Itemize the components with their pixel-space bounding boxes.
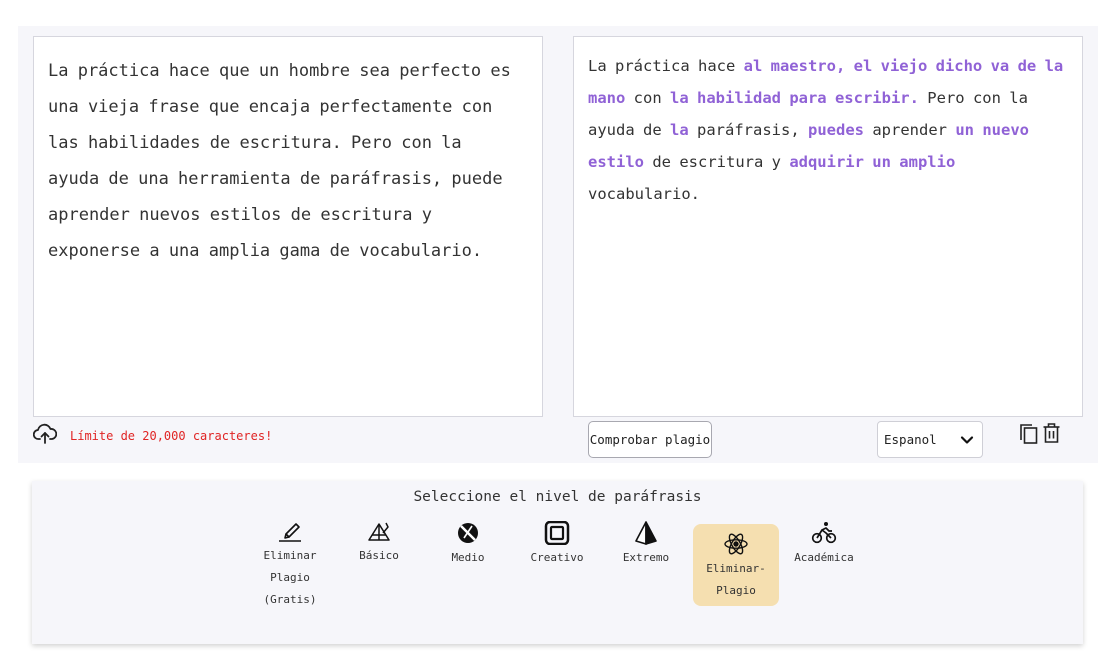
level-option-academic[interactable]: Académica xyxy=(781,521,867,569)
rewritten-phrase: puedes xyxy=(808,121,864,139)
squares-icon xyxy=(544,521,570,545)
level-label: Extremo xyxy=(622,551,670,564)
rewritten-phrase: la xyxy=(670,121,689,139)
unchanged-phrase: La práctica hace xyxy=(588,57,744,75)
language-selected-value: Espanol xyxy=(884,432,937,447)
rewritten-phrase: adquirir un amplio xyxy=(789,153,956,171)
level-option-remove-plagiarism[interactable]: Eliminar- Plagio xyxy=(693,524,779,606)
unchanged-phrase: con xyxy=(625,89,670,107)
level-label: Eliminar- Plagio xyxy=(706,562,766,597)
output-text: La práctica hace al maestro, el viejo di… xyxy=(588,50,1068,210)
trash-icon[interactable] xyxy=(1042,422,1061,444)
unchanged-phrase: paráfrasis, xyxy=(688,121,808,139)
level-panel-title: Seleccione el nivel de paráfrasis xyxy=(413,489,702,505)
paraphrase-workspace: La práctica hace que un hombre sea perfe… xyxy=(18,26,1098,463)
level-label: Académica xyxy=(794,551,854,564)
no-pen-icon xyxy=(458,523,478,543)
level-option-basic[interactable]: Básico xyxy=(336,521,422,567)
prism-icon xyxy=(635,521,657,545)
chevron-down-icon xyxy=(960,436,974,444)
atom-icon xyxy=(724,533,748,555)
pen-eraser-icon xyxy=(279,523,301,542)
level-label: Medio xyxy=(451,551,485,564)
input-text[interactable]: La práctica hace que un hombre sea perfe… xyxy=(48,53,522,269)
input-text-area[interactable]: La práctica hace que un hombre sea perfe… xyxy=(33,36,543,417)
cyclist-icon xyxy=(811,522,837,544)
unchanged-phrase: de escritura y xyxy=(644,153,790,171)
cloud-upload-icon[interactable] xyxy=(33,423,57,445)
output-text-area: La práctica hace al maestro, el viejo di… xyxy=(573,36,1083,417)
character-limit-notice: Límite de 20,000 caracteres! xyxy=(70,429,273,443)
copy-icon[interactable] xyxy=(1019,423,1038,445)
unchanged-phrase: vocabulario. xyxy=(588,185,700,203)
level-label: Básico xyxy=(359,549,399,562)
level-option-remove-plagiarism-free[interactable]: Eliminar Plagio (Gratis) xyxy=(247,521,333,611)
paraphrase-level-panel: Seleccione el nivel de paráfrasis Elimin… xyxy=(32,481,1083,644)
pyramid-sketch-icon xyxy=(368,522,390,541)
level-option-creative[interactable]: Creativo xyxy=(514,521,600,569)
level-option-extreme[interactable]: Extremo xyxy=(603,521,689,569)
unchanged-phrase: aprender xyxy=(864,121,956,139)
rewritten-phrase: la habilidad para escribir. xyxy=(670,89,919,107)
language-select[interactable]: Espanol xyxy=(877,421,983,458)
level-option-medium[interactable]: Medio xyxy=(425,521,511,569)
check-plagiarism-button[interactable]: Comprobar plagio xyxy=(588,421,712,458)
level-label: Eliminar Plagio (Gratis) xyxy=(263,549,317,606)
level-label: Creativo xyxy=(530,551,584,564)
